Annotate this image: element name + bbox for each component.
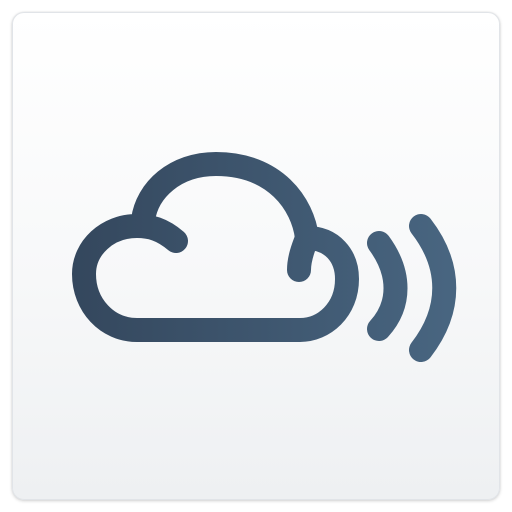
cloud-inner-curl [287,226,319,282]
sound-wave-outer [409,214,457,362]
sound-wave-inner [367,231,408,341]
cloud-with-sound-waves-icon [72,152,457,362]
